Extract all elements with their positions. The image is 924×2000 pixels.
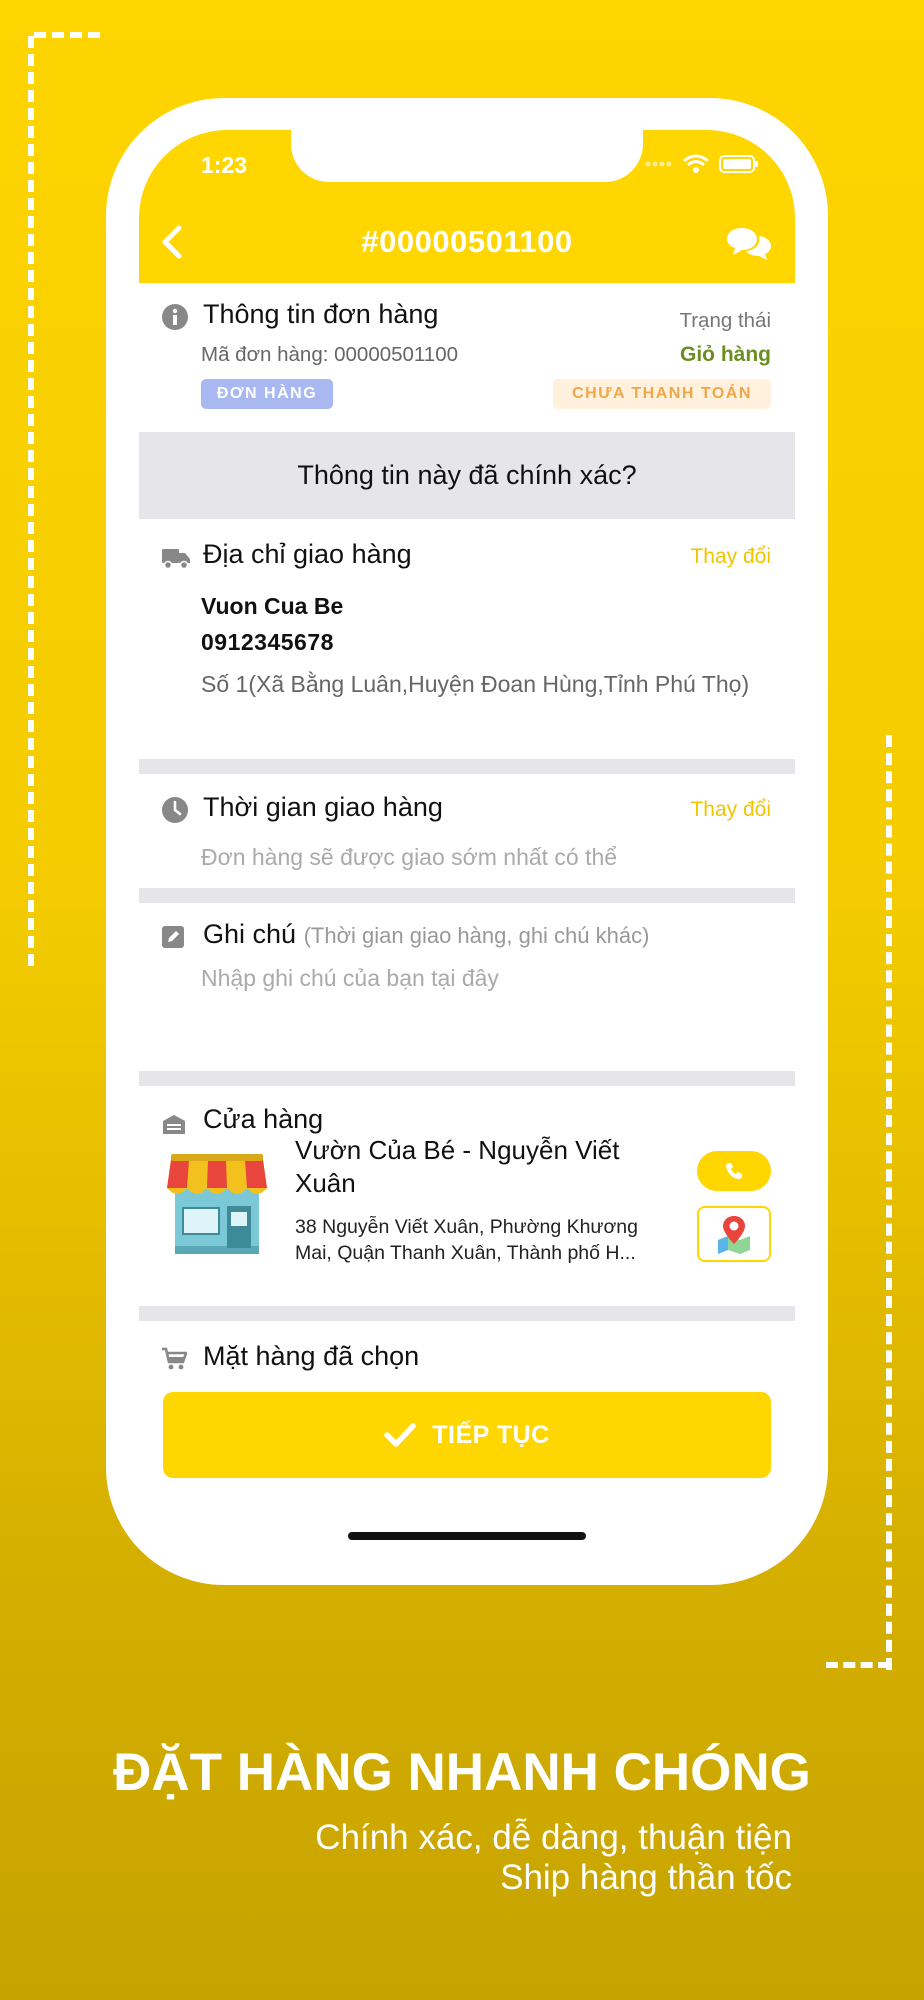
app-bar: 1:23 #00000501100 [139,130,795,283]
promo-headline: ĐẶT HÀNG NHANH CHÓNG [113,1743,811,1802]
note-label: Ghi chú [203,919,297,949]
recipient-name: Vuon Cua Be [201,593,344,619]
delivery-time-section: Thời gian giao hàng Thay đổi Đơn hàng sẽ… [139,774,795,888]
delivery-time-title: Thời gian giao hàng [203,792,443,822]
section-divider [139,759,795,774]
change-delivery-time-link[interactable]: Thay đổi [690,798,771,822]
wifi-icon [683,154,709,173]
signal-icon [645,161,672,167]
battery-icon [719,155,758,173]
section-divider [139,1306,795,1321]
promo-subtitle-2: Ship hàng thần tốc [500,1858,792,1897]
note-section: Ghi chú (Thời gian giao hàng, ghi chú kh… [139,903,795,1071]
confirm-prompt: Thông tin này đã chính xác? [139,432,795,519]
continue-button[interactable]: TIẾP TỤC [163,1392,771,1478]
store-address: 38 Nguyễn Viết Xuân, Phường Khương Mai, … [295,1216,638,1264]
clock-icon [162,797,188,823]
store-name: Vườn Của Bé - Nguyễn Viết Xuân [295,1135,620,1198]
recipient-phone: 0912345678 [201,629,334,655]
order-info-section: Thông tin đơn hàng Mã đơn hàng: 00000501… [139,283,795,432]
store-title: Cửa hàng [203,1104,324,1134]
decor-dash-left [28,36,34,966]
store-icon [163,1115,185,1134]
phone-screen: 1:23 #00000501100 Thông tin đơn hàng Mã … [139,130,795,1553]
chat-icon[interactable] [725,224,773,264]
phone-notch [291,130,643,182]
map-pin-icon [718,1216,750,1254]
address-line: Số 1(Xã Bằng Luân,Huyện Đoan Hùng,Tỉnh P… [201,671,750,697]
phone-frame: 1:23 #00000501100 Thông tin đơn hàng Mã … [106,98,828,1585]
checkmark-icon [384,1423,417,1447]
store-map-button[interactable] [697,1206,771,1262]
status-icons [645,154,759,174]
truck-icon [162,549,190,570]
home-indicator [348,1532,586,1540]
page-title: #00000501100 [361,224,573,259]
address-title: Địa chỉ giao hàng [203,539,412,569]
storefront-image [167,1154,267,1254]
decor-dash-bottom [826,1662,890,1668]
store-section: Cửa hàng Vườn Của Bé - Nguyễn Viết Xuân … [139,1086,795,1306]
decor-dash-top [34,32,100,38]
order-content: Thông tin đơn hàng Mã đơn hàng: 00000501… [139,283,795,1381]
status-time: 1:23 [201,152,248,178]
address-section: Địa chỉ giao hàng Thay đổi Vuon Cua Be 0… [139,519,795,759]
section-divider [139,888,795,903]
delivery-time-value: Đơn hàng sẽ được giao sớm nhất có thể [201,844,618,870]
order-badge: ĐƠN HÀNG [201,379,333,409]
change-address-link[interactable]: Thay đổi [690,545,771,569]
continue-button-label: TIẾP TỤC [432,1420,550,1449]
promo-subtitle-1: Chính xác, dễ dàng, thuận tiện [315,1818,792,1857]
note-hint: (Thời gian giao hàng, ghi chú khác) [303,923,650,948]
status-label: Trạng thái [679,309,771,332]
call-store-button[interactable] [697,1151,771,1191]
selected-items-section: Mặt hàng đã chọn [139,1321,795,1381]
note-input[interactable]: Nhập ghi chú của bạn tại đây [201,965,761,1045]
payment-status-badge: CHƯA THANH TOÁN [553,379,771,409]
edit-icon [162,926,184,948]
note-title: Ghi chú (Thời gian giao hàng, ghi chú kh… [203,919,649,950]
status-value: Giỏ hàng [680,343,771,366]
cart-icon [162,1347,187,1370]
decor-dash-right [886,735,892,1670]
order-info-title: Thông tin đơn hàng [203,299,439,329]
info-icon [162,304,188,330]
section-divider [139,1071,795,1086]
phone-icon [726,1163,742,1179]
order-code: Mã đơn hàng: 00000501100 [201,343,459,366]
selected-items-title: Mặt hàng đã chọn [203,1341,420,1371]
